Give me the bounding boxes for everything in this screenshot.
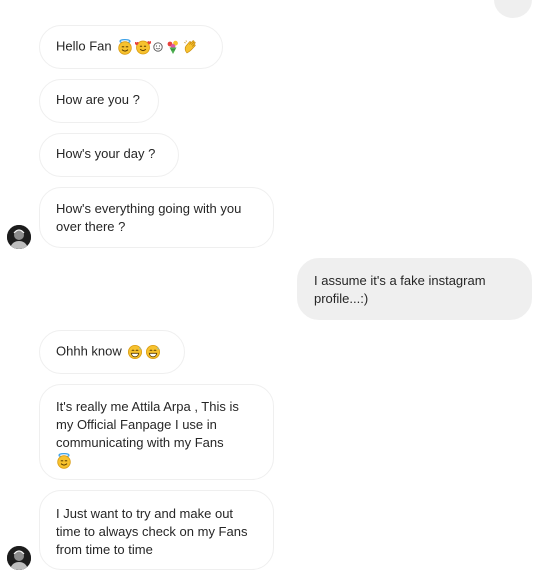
- message-text: Hello Fan: [56, 38, 112, 54]
- incoming-message[interactable]: I Just want to try and make out time to …: [39, 490, 274, 570]
- profile-photo-icon: [7, 225, 31, 249]
- incoming-message[interactable]: Hello Fan: [39, 25, 223, 69]
- message-thread[interactable]: Hello Fan How are you ? How's your day ?…: [0, 0, 536, 572]
- incoming-message[interactable]: How's your day ?: [39, 133, 179, 177]
- incoming-message[interactable]: Ohhh know: [39, 330, 185, 374]
- slightly-smiling-face-icon: [153, 41, 163, 52]
- smiling-face-with-halo-icon: [56, 453, 257, 469]
- sender-avatar[interactable]: [7, 225, 31, 249]
- message-text: It's really me Attila Arpa , This is my …: [56, 399, 239, 450]
- previous-message-bubble-edge: [494, 0, 532, 18]
- incoming-message[interactable]: It's really me Attila Arpa , This is my …: [39, 384, 274, 480]
- outgoing-message[interactable]: I assume it's a fake instagram profile..…: [297, 258, 532, 320]
- message-text: How's everything going with you over the…: [56, 201, 242, 234]
- sender-avatar[interactable]: [7, 546, 31, 570]
- bouquet-icon: [165, 39, 181, 55]
- incoming-message[interactable]: How's everything going with you over the…: [39, 187, 274, 248]
- incoming-message[interactable]: How are you ?: [39, 79, 159, 123]
- clapping-hands-icon: [183, 39, 199, 55]
- message-text: How are you ?: [56, 92, 140, 107]
- smiling-face-with-halo-icon: [117, 38, 133, 55]
- message-text: How's your day ?: [56, 146, 156, 161]
- profile-photo-icon: [7, 546, 31, 570]
- message-text: I assume it's a fake instagram profile..…: [314, 273, 486, 306]
- message-text: I Just want to try and make out time to …: [56, 506, 248, 557]
- grinning-face-with-sweat-icon: [145, 344, 161, 360]
- smiling-face-with-hearts-icon: [135, 39, 152, 55]
- message-text: Ohhh know: [56, 343, 122, 359]
- grinning-face-with-sweat-icon: [127, 344, 143, 360]
